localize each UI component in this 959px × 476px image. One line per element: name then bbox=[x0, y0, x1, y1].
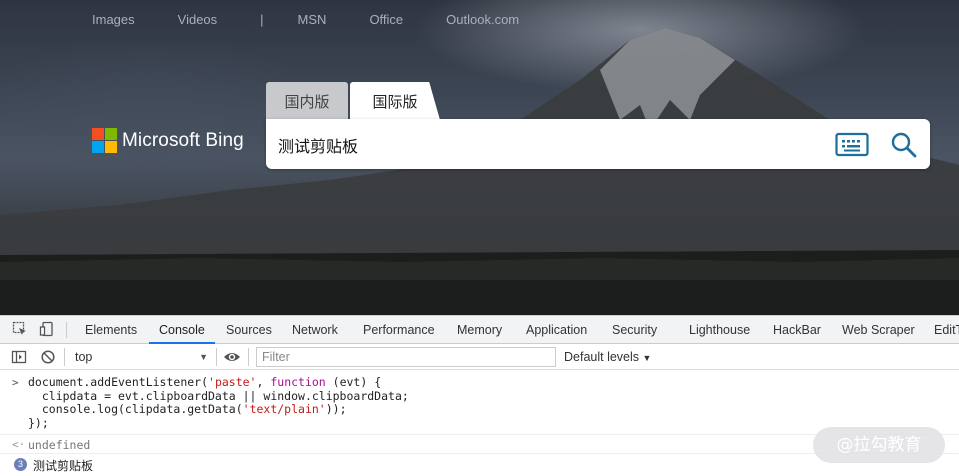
tab-international[interactable]: 国际版 bbox=[350, 82, 440, 120]
microsoft-logo-icon bbox=[92, 128, 117, 153]
code-line: console.log(clipdata.getData('text/plain… bbox=[28, 402, 347, 416]
input-chevron-icon: > bbox=[12, 376, 19, 389]
tab-elements[interactable]: Elements bbox=[85, 316, 137, 343]
top-navigation: Images Videos | MSN Office Outlook.com bbox=[92, 12, 562, 27]
code-line: }); bbox=[28, 415, 49, 430]
tab-sources[interactable]: Sources bbox=[226, 316, 272, 343]
return-value: undefined bbox=[28, 438, 91, 452]
search-box[interactable]: 测试剪贴板 bbox=[266, 119, 930, 169]
inspect-element-icon[interactable] bbox=[12, 321, 28, 340]
tab-console[interactable]: Console bbox=[149, 316, 215, 344]
sidebar-toggle-icon[interactable] bbox=[11, 349, 27, 368]
code-keyword: function bbox=[270, 375, 326, 389]
dropdown-arrow-icon: ▼ bbox=[199, 352, 208, 362]
tab-security[interactable]: Security bbox=[612, 316, 657, 343]
tab-application[interactable]: Application bbox=[526, 316, 587, 343]
tab-lighthouse[interactable]: Lighthouse bbox=[689, 316, 750, 343]
nav-link-msn[interactable]: MSN bbox=[298, 12, 327, 27]
console-output[interactable]: > document.addEventListener('paste', fun… bbox=[0, 370, 959, 476]
search-icon[interactable] bbox=[890, 131, 918, 164]
watermark: @拉勾教育 bbox=[813, 427, 945, 463]
tab-performance[interactable]: Performance bbox=[363, 316, 435, 343]
search-input[interactable]: 测试剪贴板 bbox=[278, 133, 358, 157]
live-expression-eye-icon[interactable] bbox=[223, 349, 241, 368]
dropdown-arrow-icon: ▼ bbox=[642, 353, 652, 363]
context-value: top bbox=[75, 350, 93, 364]
tab-hackbar[interactable]: HackBar bbox=[773, 316, 821, 343]
log-levels-dropdown[interactable]: Default levels ▼ bbox=[564, 347, 651, 367]
tab-memory[interactable]: Memory bbox=[457, 316, 502, 343]
console-input-code: document.addEventListener('paste', funct… bbox=[28, 375, 409, 430]
toolbar-divider bbox=[248, 348, 249, 366]
repeat-count-badge: 3 bbox=[14, 458, 27, 471]
device-toolbar-icon[interactable] bbox=[39, 321, 55, 340]
return-arrow-icon: <· bbox=[12, 438, 26, 451]
filter-input[interactable] bbox=[256, 347, 556, 367]
tab-edit-truncated[interactable]: EditT bbox=[934, 316, 959, 343]
log-levels-label: Default levels bbox=[564, 350, 640, 364]
clear-console-icon[interactable] bbox=[40, 349, 56, 368]
toolbar-divider bbox=[64, 348, 65, 366]
keyboard-icon[interactable] bbox=[835, 132, 869, 163]
bing-logo[interactable]: Microsoft Bing bbox=[92, 128, 244, 153]
bing-homepage: Images Videos | MSN Office Outlook.com M… bbox=[0, 0, 959, 315]
tab-web-scraper[interactable]: Web Scraper bbox=[842, 316, 915, 343]
code-line: document.addEventListener('paste', funct… bbox=[28, 375, 382, 389]
logo-text: Microsoft Bing bbox=[122, 129, 244, 151]
code-string: 'paste' bbox=[208, 375, 257, 389]
toolbar-divider bbox=[66, 322, 67, 338]
nav-link-videos[interactable]: Videos bbox=[178, 12, 218, 27]
log-message: 测试剪贴板 bbox=[33, 459, 94, 473]
console-toolbar: top ▼ Default levels ▼ bbox=[0, 344, 959, 370]
code-part: document.addEventListener( bbox=[28, 375, 209, 389]
tab-network[interactable]: Network bbox=[292, 316, 338, 343]
nav-link-images[interactable]: Images bbox=[92, 12, 135, 27]
nav-link-outlook[interactable]: Outlook.com bbox=[446, 12, 519, 27]
toolbar-divider bbox=[216, 348, 217, 366]
code-string: 'text/plain' bbox=[242, 402, 326, 416]
code-line: clipdata = evt.clipboardData || window.c… bbox=[28, 388, 409, 403]
tab-domestic[interactable]: 国内版 bbox=[266, 82, 348, 120]
devtools-tabbar: Elements Console Sources Network Perform… bbox=[0, 316, 959, 344]
nav-separator: | bbox=[260, 12, 264, 27]
nav-link-office[interactable]: Office bbox=[369, 12, 403, 27]
context-selector[interactable]: top ▼ bbox=[70, 347, 212, 367]
console-log-row: 3 测试剪贴板 bbox=[0, 453, 959, 473]
